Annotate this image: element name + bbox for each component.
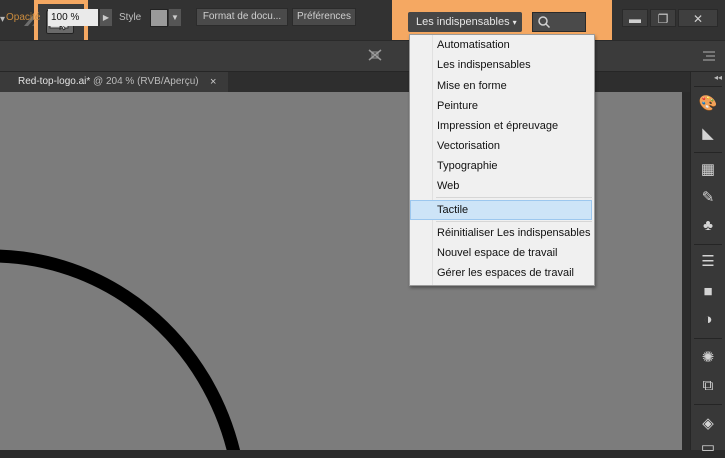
search-icon [538, 16, 551, 29]
menu-item-impression[interactable]: Impression et épreuvage [437, 116, 558, 136]
symbols-icon[interactable]: ♣ [697, 216, 719, 236]
menu-item-peinture[interactable]: Peinture [437, 96, 478, 116]
close-tab-icon[interactable]: × [210, 72, 222, 92]
swatches-icon[interactable]: ▦ [697, 160, 719, 180]
color-palette-icon[interactable]: 🎨 [697, 94, 719, 114]
menu-item-new-workspace[interactable]: Nouvel espace de travail [437, 243, 557, 263]
document-name: Red-top-logo.ai* [18, 76, 91, 87]
collapse-dock-icon[interactable]: ◂◂ [714, 73, 724, 83]
document-tab[interactable]: Red-top-logo.ai* @ 204 % (RVB/Aperçu) [0, 72, 228, 92]
menu-item-mise-en-forme[interactable]: Mise en forme [437, 76, 507, 96]
dock-separator [694, 338, 722, 339]
close-button[interactable]: ✕ [678, 9, 718, 27]
opacity-input[interactable]: 100 % [48, 9, 98, 26]
menu-item-reset-workspace[interactable]: Réinitialiser Les indispensables [437, 223, 590, 243]
menu-item-tactile[interactable]: Tactile [437, 200, 468, 220]
menu-icon-gutter [410, 35, 433, 285]
menu-item-automatisation[interactable]: Automatisation [437, 35, 510, 55]
opacity-label: Opacité [6, 12, 41, 23]
style-dropdown-button[interactable]: ▼ [169, 9, 181, 26]
search-field[interactable] [532, 12, 586, 32]
dock-separator [694, 404, 722, 405]
color-guide-icon[interactable]: ◣ [697, 124, 719, 144]
layers-icon[interactable]: ◈ [697, 414, 719, 434]
stroke-icon[interactable]: ☰ [697, 252, 719, 272]
graphic-styles-icon[interactable]: ⧉ [697, 376, 719, 396]
workspace-switcher-button[interactable]: Les indispensables ▾ [408, 12, 522, 32]
brushes-icon[interactable]: ✎ [697, 188, 719, 208]
document-setup-button[interactable]: Format de docu... [196, 8, 288, 26]
restore-button[interactable]: ❐ [650, 9, 676, 27]
preferences-button[interactable]: Préférences [292, 8, 356, 26]
menu-separator [436, 197, 592, 198]
menu-item-typographie[interactable]: Typographie [437, 156, 498, 176]
control-bar [0, 40, 725, 72]
graphic-style-swatch[interactable] [150, 9, 168, 27]
dock-separator [694, 152, 722, 153]
menu-item-manage-workspaces[interactable]: Gérer les espaces de travail [437, 263, 574, 283]
isolate-icon[interactable] [366, 47, 384, 63]
gradient-icon[interactable]: ■ [697, 282, 719, 302]
workspace-switcher-label: Les indispensables [416, 16, 510, 28]
dock-separator [694, 86, 722, 87]
transparency-icon[interactable]: ◑ [697, 310, 719, 330]
appearance-icon[interactable]: ✺ [697, 348, 719, 368]
artboards-icon[interactable]: ▭ [697, 438, 719, 458]
minimize-button[interactable]: ▬ [622, 9, 648, 27]
menu-separator [436, 221, 592, 222]
opacity-arrow-button[interactable]: ▶ [100, 9, 112, 26]
style-label: Style [119, 12, 142, 23]
chevron-down-icon: ▾ [512, 18, 517, 27]
menu-item-les-indispensables[interactable]: Les indispensables [437, 55, 531, 75]
menu-item-vectorisation[interactable]: Vectorisation [437, 136, 500, 156]
panel-menu-icon[interactable] [702, 50, 716, 62]
dock-separator [694, 244, 722, 245]
document-info: @ 204 % (RVB/Aperçu) [90, 76, 199, 87]
menu-item-web[interactable]: Web [437, 176, 459, 196]
